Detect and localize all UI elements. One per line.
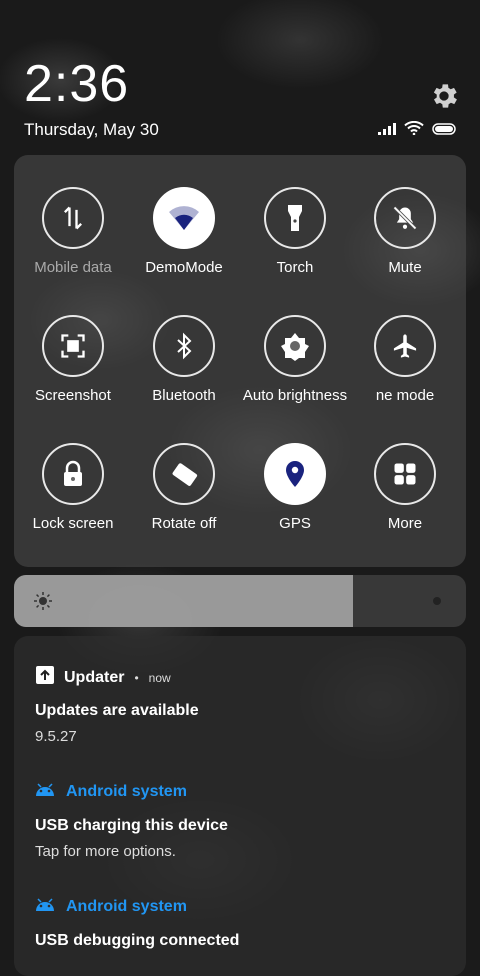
wifi-icon bbox=[404, 120, 424, 140]
more-grid-icon bbox=[374, 443, 436, 505]
torch-icon bbox=[264, 187, 326, 249]
cell-signal-icon bbox=[378, 122, 396, 140]
notification-header[interactable]: Updater • now bbox=[36, 666, 171, 689]
upload-arrow-icon bbox=[36, 666, 54, 689]
date: Thursday, May 30 bbox=[24, 120, 159, 139]
screenshot-icon bbox=[42, 315, 104, 377]
notification-title[interactable]: Updates are available bbox=[35, 702, 199, 720]
tile-label: Lock screen bbox=[32, 515, 114, 532]
tile-label: ne mode bbox=[375, 387, 435, 404]
tile-mobile-data[interactable]: Mobile data bbox=[18, 187, 128, 276]
app-name: Android system bbox=[66, 897, 187, 915]
demo-mode-icon bbox=[153, 187, 215, 249]
notification-title[interactable]: USB charging this device bbox=[35, 817, 228, 835]
quick-settings-panel: Mobile data DemoMode Torch Mute Screensh… bbox=[14, 155, 466, 567]
tile-rotate[interactable]: Rotate off bbox=[129, 443, 239, 532]
time-separator: • bbox=[134, 670, 139, 685]
tile-label: Torch bbox=[276, 259, 314, 276]
notification-body: 9.5.27 bbox=[35, 728, 77, 745]
rotate-icon bbox=[153, 443, 215, 505]
tile-auto-brightness[interactable]: Auto brightness bbox=[240, 315, 350, 404]
android-icon bbox=[34, 781, 56, 802]
mute-icon bbox=[374, 187, 436, 249]
clock: 2:36 bbox=[24, 55, 130, 113]
tile-mute[interactable]: Mute bbox=[350, 187, 460, 276]
tile-label: Auto brightness bbox=[242, 387, 348, 404]
tile-gps[interactable]: GPS bbox=[240, 443, 350, 532]
tile-label: Mute bbox=[388, 259, 422, 276]
location-pin-icon bbox=[264, 443, 326, 505]
auto-brightness-icon bbox=[264, 315, 326, 377]
notification-panel: Updater • now Updates are available 9.5.… bbox=[14, 636, 466, 976]
notification-time: now bbox=[148, 670, 171, 685]
bluetooth-icon bbox=[153, 315, 215, 377]
tile-demo-mode[interactable]: DemoMode bbox=[129, 187, 239, 276]
tile-label: Rotate off bbox=[151, 515, 217, 532]
tile-label: DemoMode bbox=[145, 259, 223, 276]
tile-airplane-mode[interactable]: ne mode bbox=[350, 315, 460, 404]
tile-more[interactable]: More bbox=[350, 443, 460, 532]
tile-label: Bluetooth bbox=[152, 387, 216, 404]
brightness-slider[interactable] bbox=[14, 575, 466, 627]
notification-header[interactable]: Android system bbox=[34, 781, 187, 802]
gear-icon[interactable] bbox=[428, 80, 460, 112]
app-name: Android system bbox=[66, 782, 187, 800]
status-icons bbox=[378, 120, 458, 140]
notification-title[interactable]: USB debugging connected bbox=[35, 932, 239, 950]
mobile-data-icon bbox=[42, 187, 104, 249]
tile-screenshot[interactable]: Screenshot bbox=[18, 315, 128, 404]
lock-icon bbox=[42, 443, 104, 505]
tile-label: GPS bbox=[279, 515, 311, 532]
airplane-icon bbox=[374, 315, 436, 377]
app-name: Updater bbox=[64, 668, 125, 686]
notification-header[interactable]: Android system bbox=[34, 896, 187, 917]
battery-icon bbox=[432, 122, 458, 140]
brightness-fill bbox=[14, 575, 353, 627]
brightness-high-icon bbox=[430, 594, 444, 613]
android-icon bbox=[34, 896, 56, 917]
brightness-low-icon bbox=[34, 592, 52, 615]
tile-bluetooth[interactable]: Bluetooth bbox=[129, 315, 239, 404]
tile-label: Mobile data bbox=[34, 259, 112, 276]
notification-body: Tap for more options. bbox=[35, 843, 176, 860]
tile-label: More bbox=[387, 515, 423, 532]
tile-label: Screenshot bbox=[35, 387, 111, 404]
tile-lock-screen[interactable]: Lock screen bbox=[18, 443, 128, 532]
tile-torch[interactable]: Torch bbox=[240, 187, 350, 276]
